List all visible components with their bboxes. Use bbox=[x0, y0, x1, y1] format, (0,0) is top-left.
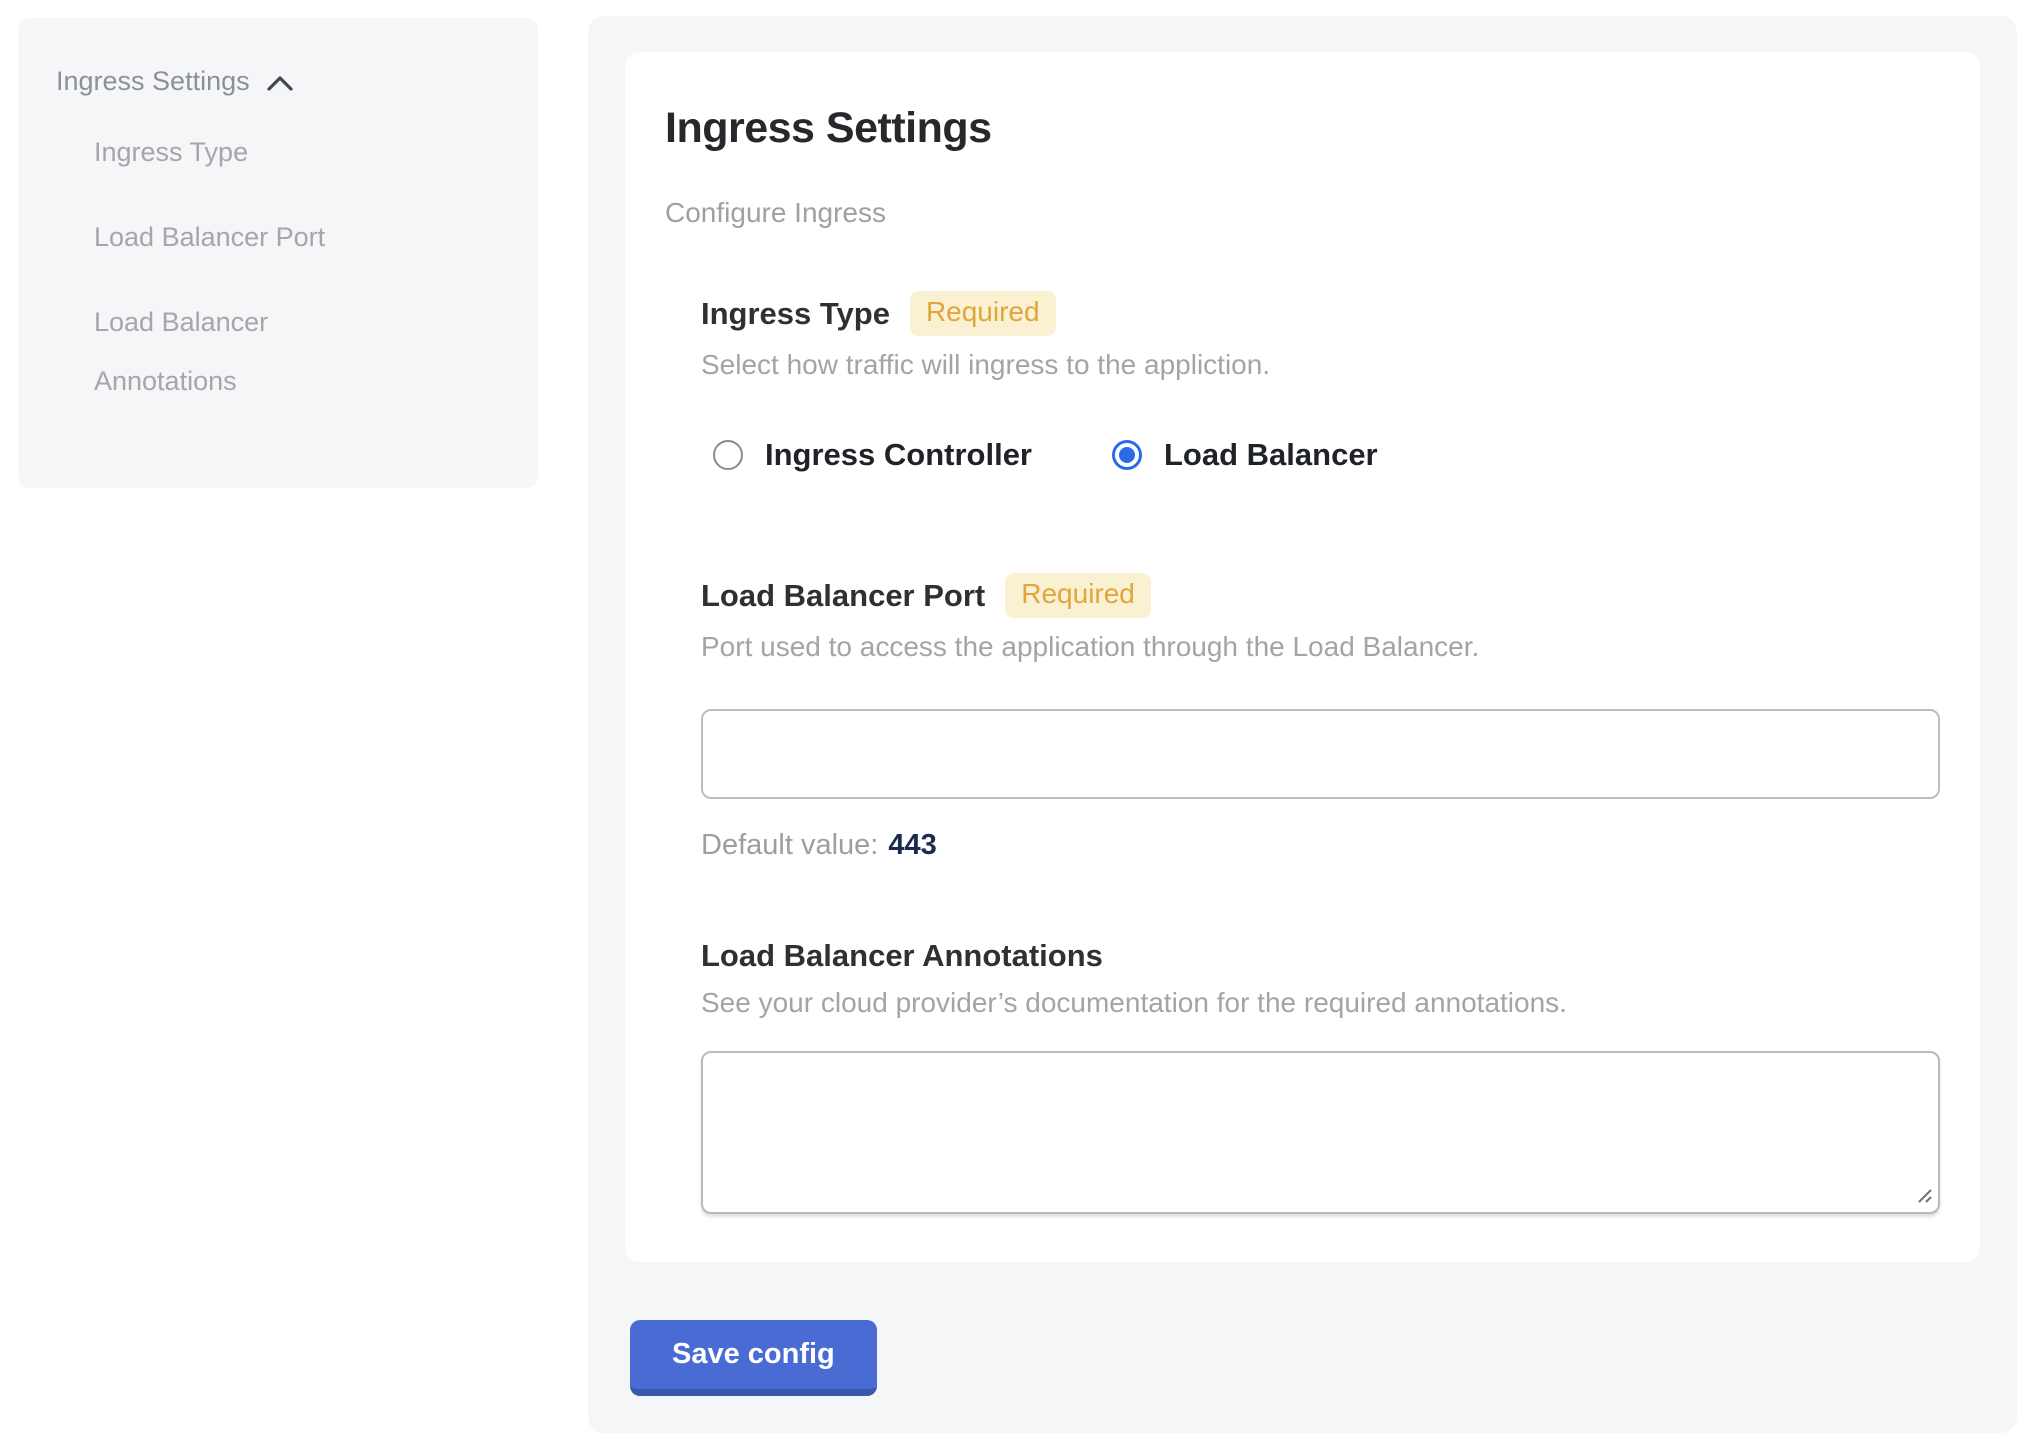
ingress-type-radio-group: Ingress Controller Load Balancer bbox=[713, 437, 1940, 473]
radio-label-ingress-controller[interactable]: Ingress Controller bbox=[765, 437, 1032, 473]
required-badge: Required bbox=[910, 291, 1056, 336]
lb-port-label: Load Balancer Port bbox=[701, 578, 985, 614]
ingress-type-label-row: Ingress Type Required bbox=[701, 291, 1940, 336]
lb-annotations-label-row: Load Balancer Annotations bbox=[701, 938, 1940, 974]
default-value-hint: Default value: 443 bbox=[701, 829, 1940, 862]
radio-unselected-icon[interactable] bbox=[713, 440, 743, 470]
ingress-type-description: Select how traffic will ingress to the a… bbox=[701, 349, 1940, 381]
page-title: Ingress Settings bbox=[665, 104, 1940, 153]
sidebar-items: Ingress Type Load Balancer Port Load Bal… bbox=[56, 123, 510, 411]
settings-panel: Ingress Settings Configure Ingress Ingre… bbox=[588, 16, 2017, 1433]
sidebar-group-ingress-settings[interactable]: Ingress Settings bbox=[56, 66, 510, 97]
form-sections: Ingress Type Required Select how traffic… bbox=[701, 291, 1940, 1214]
page-subtitle: Configure Ingress bbox=[665, 197, 1940, 229]
load-balancer-annotations-textarea[interactable] bbox=[701, 1051, 1940, 1214]
ingress-type-label: Ingress Type bbox=[701, 296, 890, 332]
annotations-textarea-wrap bbox=[701, 1051, 1940, 1214]
sidebar-item-load-balancer-annotations[interactable]: Load Balancer Annotations bbox=[94, 293, 404, 411]
radio-option-load-balancer[interactable]: Load Balancer bbox=[1112, 437, 1378, 473]
default-value: 443 bbox=[888, 829, 936, 861]
save-config-button[interactable]: Save config bbox=[630, 1320, 877, 1396]
radio-label-load-balancer[interactable]: Load Balancer bbox=[1164, 437, 1378, 473]
sidebar-item-load-balancer-port[interactable]: Load Balancer Port bbox=[94, 208, 404, 267]
section-load-balancer-port: Load Balancer Port Required Port used to… bbox=[701, 573, 1940, 862]
section-ingress-type: Ingress Type Required Select how traffic… bbox=[701, 291, 1940, 473]
radio-selected-icon[interactable] bbox=[1112, 440, 1142, 470]
lb-annotations-label: Load Balancer Annotations bbox=[701, 938, 1103, 974]
radio-option-ingress-controller[interactable]: Ingress Controller bbox=[713, 437, 1032, 473]
settings-nav-sidebar: Ingress Settings Ingress Type Load Balan… bbox=[18, 18, 538, 488]
default-value-label: Default value: bbox=[701, 829, 878, 861]
lb-port-label-row: Load Balancer Port Required bbox=[701, 573, 1940, 618]
sidebar-group-label: Ingress Settings bbox=[56, 66, 250, 97]
section-load-balancer-annotations: Load Balancer Annotations See your cloud… bbox=[701, 938, 1940, 1214]
sidebar-item-ingress-type[interactable]: Ingress Type bbox=[94, 123, 404, 182]
chevron-up-icon bbox=[266, 74, 294, 92]
lb-annotations-description: See your cloud provider’s documentation … bbox=[701, 987, 1940, 1019]
load-balancer-port-input[interactable] bbox=[701, 709, 1940, 799]
required-badge: Required bbox=[1005, 573, 1151, 618]
ingress-settings-card: Ingress Settings Configure Ingress Ingre… bbox=[625, 52, 1980, 1262]
lb-port-description: Port used to access the application thro… bbox=[701, 631, 1940, 663]
